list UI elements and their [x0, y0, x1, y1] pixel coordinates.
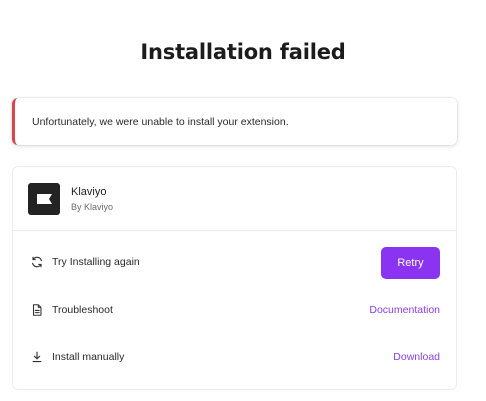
app-developer: By Klaviyo [71, 202, 114, 212]
refresh-icon [32, 256, 42, 268]
retry-button[interactable]: Retry [381, 247, 440, 279]
alert-message: Unfortunately, we were unable to install… [32, 115, 289, 128]
app-name: Klaviyo [71, 186, 107, 198]
manual-install-label: Install manually [52, 351, 125, 363]
extension-header: Klaviyo By Klaviyo [13, 167, 456, 231]
manual-install-row: Install manually Download [13, 338, 456, 378]
download-icon [32, 351, 42, 363]
troubleshoot-label: Troubleshoot [52, 304, 113, 316]
document-icon [32, 304, 42, 316]
error-alert: Unfortunately, we were unable to install… [12, 98, 457, 145]
documentation-link[interactable]: Documentation [369, 304, 440, 316]
extension-card: Klaviyo By Klaviyo Try Installing again … [12, 166, 457, 390]
retry-label: Try Installing again [52, 256, 140, 268]
download-link[interactable]: Download [393, 351, 440, 363]
troubleshoot-row: Troubleshoot Documentation [13, 291, 456, 331]
page-title: Installation failed [140, 40, 346, 64]
retry-row: Try Installing again Retry [13, 243, 456, 283]
app-logo [28, 183, 60, 215]
klaviyo-flag-icon [37, 194, 52, 204]
